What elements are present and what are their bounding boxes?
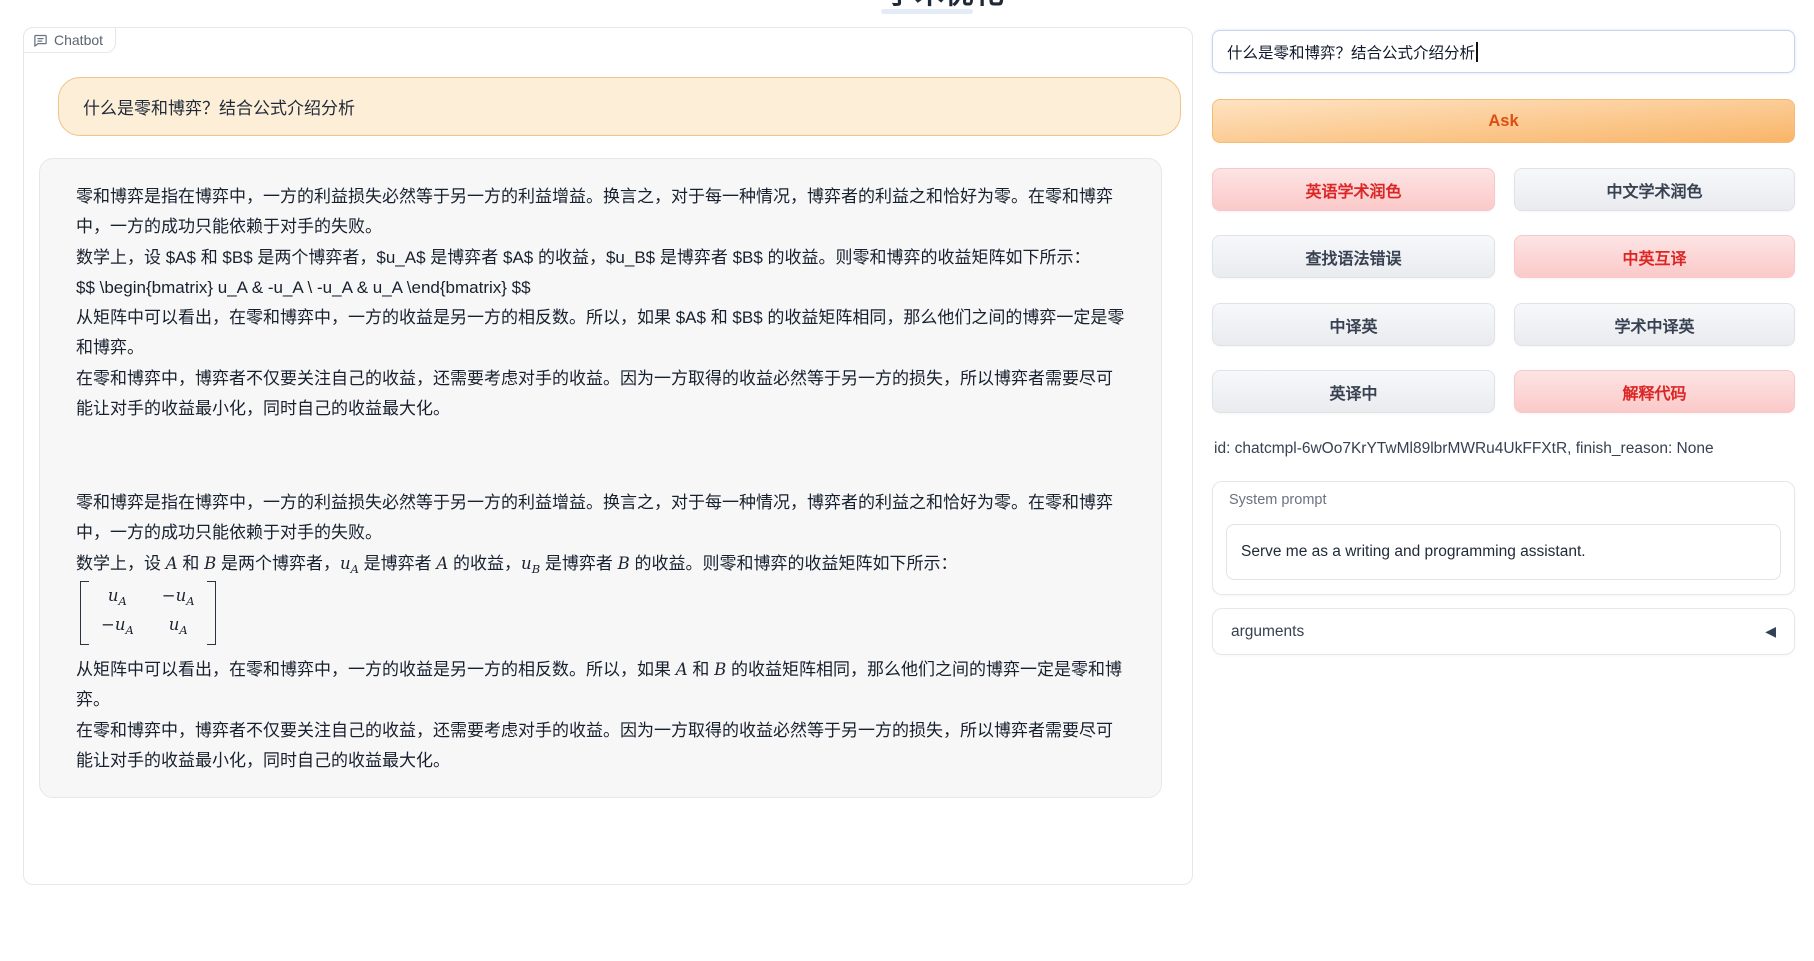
response-status-line: id: chatcmpl-6wOo7KrYTwMl89lbrMWRu4UkFFX… (1214, 440, 1714, 458)
ask-button-label: Ask (1488, 112, 1518, 131)
system-prompt-group: System prompt Serve me as a writing and … (1212, 481, 1795, 595)
button-find-grammar-errors[interactable]: 查找语法错误 (1212, 235, 1495, 278)
arguments-accordion-header[interactable]: arguments ◀ (1212, 608, 1795, 655)
matrix-cell: uA (162, 613, 195, 642)
bot-paragraph: 从矩阵中可以看出，在零和博弈中，一方的收益是另一方的相反数。所以，如果 $A$ … (76, 303, 1125, 364)
question-input-value: 什么是零和博弈？结合公式介绍分析 (1227, 41, 1475, 63)
button-zh-to-en[interactable]: 中译英 (1212, 303, 1495, 346)
user-message-bubble: 什么是零和博弈？结合公式介绍分析 (58, 77, 1181, 136)
chatbot-panel: Chatbot 什么是零和博弈？结合公式介绍分析 零和博弈是指在博弈中，一方的利… (23, 27, 1193, 885)
bot-latex-source: $$ \begin{bmatrix} u_A & -u_A \ -u_A & u… (76, 273, 1125, 303)
system-prompt-value: Serve me as a writing and programming as… (1241, 543, 1586, 561)
page-title: 学术优化 (845, 0, 1045, 8)
button-zh-en-mutual-translate[interactable]: 中英互译 (1514, 235, 1795, 278)
button-english-academic-polish[interactable]: 英语学术润色 (1212, 168, 1495, 211)
system-prompt-label: System prompt (1229, 492, 1327, 508)
user-message-text: 什么是零和博弈？结合公式介绍分析 (83, 94, 355, 119)
bot-paragraph: 在零和博弈中，博弈者不仅要关注自己的收益，还需要考虑对手的收益。因为一方取得的收… (76, 716, 1125, 777)
bot-paragraph: 数学上，设 $A$ 和 $B$ 是两个博弈者，$u_A$ 是博弈者 $A$ 的收… (76, 243, 1125, 273)
button-explain-code[interactable]: 解释代码 (1514, 370, 1795, 413)
bot-paragraph: 零和博弈是指在博弈中，一方的利益损失必然等于另一方的利益增益。换言之，对于每一种… (76, 488, 1125, 549)
chatbot-label-text: Chatbot (54, 32, 103, 48)
ask-button[interactable]: Ask (1212, 99, 1795, 143)
payoff-matrix: uA−uA−uAuA (80, 581, 216, 645)
bot-message-bubble: 零和博弈是指在博弈中，一方的利益损失必然等于另一方的利益增益。换言之，对于每一种… (39, 158, 1162, 798)
matrix-right-bracket (207, 581, 216, 645)
bot-paragraph: 在零和博弈中，博弈者不仅要关注自己的收益，还需要考虑对手的收益。因为一方取得的收… (76, 364, 1125, 425)
paragraph-gap (76, 424, 1125, 488)
matrix-cell: uA (101, 584, 134, 613)
button-en-to-zh[interactable]: 英译中 (1212, 370, 1495, 413)
matrix-cell: −uA (162, 584, 195, 613)
matrix-cells: uA−uA−uAuA (89, 581, 207, 645)
triangle-left-icon: ◀ (1765, 623, 1776, 640)
matrix-cell: −uA (101, 613, 134, 642)
bot-math-paragraph: 数学上，设 A 和 B 是两个博弈者，uA 是博弈者 A 的收益，uB 是博弈者… (76, 549, 1125, 579)
system-prompt-input[interactable]: Serve me as a writing and programming as… (1226, 524, 1781, 580)
button-chinese-academic-polish[interactable]: 中文学术润色 (1514, 168, 1795, 211)
bot-math-paragraph: 从矩阵中可以看出，在零和博弈中，一方的收益是另一方的相反数。所以，如果 A 和 … (76, 655, 1125, 716)
button-academic-zh-to-en[interactable]: 学术中译英 (1514, 303, 1795, 346)
question-input[interactable]: 什么是零和博弈？结合公式介绍分析 (1212, 30, 1795, 73)
bot-paragraph: 零和博弈是指在博弈中，一方的利益损失必然等于另一方的利益增益。换言之，对于每一种… (76, 182, 1125, 243)
chatbot-label: Chatbot (23, 27, 116, 53)
text-cursor (1476, 42, 1478, 62)
matrix-left-bracket (80, 581, 89, 645)
chat-bubble-icon (33, 33, 48, 48)
arguments-accordion-label: arguments (1231, 623, 1304, 641)
title-underline-fragment (881, 9, 973, 14)
